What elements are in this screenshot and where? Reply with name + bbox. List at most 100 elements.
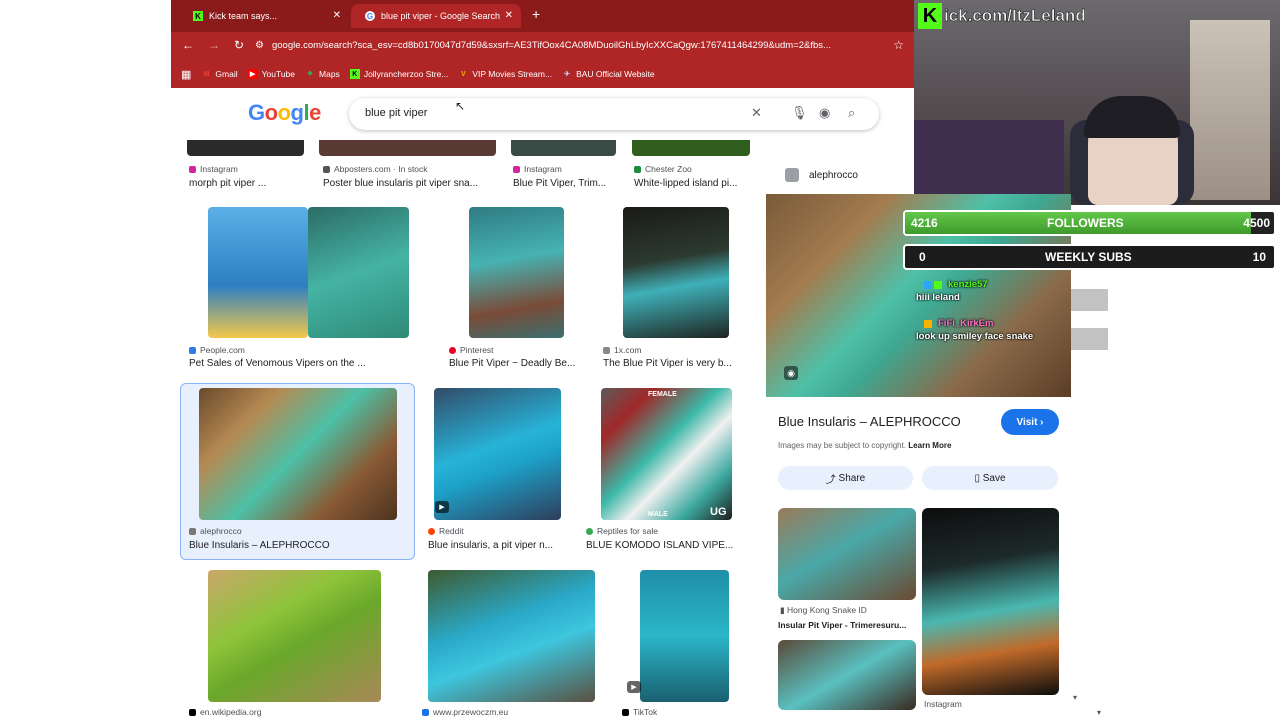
google-header: Google ✕ 🎙 ◉ ⌕ <box>171 88 914 140</box>
result-title[interactable]: Blue insularis, a pit viper n... <box>428 540 568 551</box>
maps-icon: ⬥ <box>307 70 313 77</box>
result-title[interactable]: Pet Sales of Venomous Vipers on the ... <box>189 358 389 369</box>
address-bar[interactable]: ⚙ google.com/search?sca_esv=cd8b0170047d… <box>255 36 885 56</box>
tab-kick[interactable]: K Kick team says... ✕ <box>179 4 349 28</box>
gmail-icon: M <box>203 70 210 78</box>
camera-lens-icon[interactable]: ◉ <box>819 105 830 121</box>
save-button[interactable]: ▯ Save <box>922 466 1058 490</box>
tab-strip: K Kick team says... ✕ G blue pit viper -… <box>171 0 914 32</box>
new-tab-icon[interactable]: + <box>532 6 540 22</box>
visit-button[interactable]: Visit › <box>1001 409 1059 435</box>
right-background <box>1083 300 1280 720</box>
mouse-cursor-icon: ↖ <box>455 99 466 113</box>
browser-toolbar: ← → ↻ ⚙ google.com/search?sca_esv=cd8b01… <box>171 32 914 60</box>
male-label: MALE <box>648 511 668 518</box>
clear-search-icon[interactable]: ✕ <box>751 105 762 121</box>
przewoczm-icon <box>422 708 429 716</box>
subs-label: WEEKLY SUBS <box>1045 250 1132 264</box>
youtube-icon: ▶ <box>247 69 258 79</box>
chat-text: look up smiley face snake <box>916 331 1034 342</box>
search-input[interactable] <box>363 106 727 120</box>
bookmark-maps[interactable]: ⬥ Maps <box>305 69 340 79</box>
close-tab-icon[interactable]: ✕ <box>333 10 341 21</box>
result-title[interactable]: The Blue Pit Viper is very b... <box>603 358 743 369</box>
result-image[interactable] <box>623 207 729 338</box>
scroll-down-icon[interactable]: ▾ <box>1073 693 1077 702</box>
result-source: Abposters.com · In stock <box>323 164 428 174</box>
result-image[interactable] <box>428 570 595 702</box>
wikipedia-icon <box>189 708 196 716</box>
result-image[interactable] <box>511 140 616 156</box>
people-icon <box>189 346 196 354</box>
abposters-icon <box>323 165 330 173</box>
lens-search-icon[interactable]: ◉ <box>784 366 798 380</box>
result-title[interactable]: White-lipped island pi... <box>634 178 752 189</box>
followers-goal: 4500 <box>1243 216 1270 230</box>
result-title[interactable]: Blue Pit Viper ~ Deadly Be... <box>449 358 589 369</box>
forward-arrow-icon[interactable]: → <box>208 38 220 52</box>
result-image[interactable] <box>601 388 732 520</box>
bookmark-vip-movies[interactable]: V VIP Movies Stream... <box>458 69 552 79</box>
related-title[interactable]: Insular Pit Viper - Trimeresuru... <box>778 620 918 630</box>
result-source: Instagram <box>513 164 562 174</box>
pinterest-icon <box>449 346 456 354</box>
related-image[interactable] <box>778 640 916 710</box>
instagram-icon <box>189 165 196 173</box>
search-icon[interactable]: ⌕ <box>848 105 855 121</box>
kick-favicon-icon: K <box>193 11 203 21</box>
result-title[interactable]: Blue Insularis – ALEPHROCCO <box>189 540 399 551</box>
apps-grid-icon[interactable]: ▦ <box>181 68 191 81</box>
page-scroll-down-icon[interactable]: ▾ <box>1097 708 1101 717</box>
result-image[interactable] <box>187 140 304 156</box>
weekly-subs-goal-bar: 0 WEEKLY SUBS 10 <box>903 244 1276 270</box>
result-title[interactable]: Poster blue insularis pit viper sna... <box>323 178 493 189</box>
panel-source[interactable]: alephrocco <box>785 168 858 182</box>
bookmark-star-icon[interactable]: ☆ <box>893 38 904 52</box>
site-info-icon[interactable]: ⚙ <box>255 36 264 56</box>
badge-icon <box>924 319 932 328</box>
result-source: en.wikipedia.org <box>189 707 261 717</box>
search-box[interactable]: ✕ 🎙 ◉ ⌕ <box>349 98 879 130</box>
microphone-icon[interactable]: 🎙 <box>791 105 808 121</box>
result-image-cartoon-snake[interactable] <box>208 207 308 338</box>
chat-username: kenzie57 <box>948 279 988 290</box>
tab-label: Kick team says... <box>209 11 278 21</box>
followers-current: 4216 <box>911 216 938 230</box>
back-arrow-icon[interactable]: ← <box>182 38 194 52</box>
related-image[interactable] <box>778 508 916 600</box>
close-tab-icon[interactable]: ✕ <box>505 10 513 21</box>
learn-more-link[interactable]: Learn More <box>908 441 951 450</box>
vip-icon: V <box>461 70 466 78</box>
chat-text: hiii leland <box>916 292 960 303</box>
result-source: alephrocco <box>189 526 242 536</box>
result-source: 1x.com <box>603 345 641 355</box>
share-button[interactable]: ⤴ Share <box>778 466 913 490</box>
result-source: www.przewoczm.eu <box>422 707 508 717</box>
related-image[interactable] <box>922 508 1059 695</box>
panel-title[interactable]: Blue Insularis – ALEPHROCCO <box>778 414 961 429</box>
result-image[interactable] <box>640 570 729 702</box>
female-label: FEMALE <box>648 391 677 398</box>
bookmark-jollyrancherzoo[interactable]: K Jollyrancherzoo Stre... <box>349 69 448 79</box>
result-image-pit-viper[interactable] <box>308 207 409 338</box>
result-title[interactable]: morph pit viper ... <box>189 178 309 189</box>
result-image[interactable] <box>469 207 564 338</box>
google-logo[interactable]: Google <box>248 100 321 126</box>
result-image[interactable] <box>319 140 496 156</box>
reload-icon[interactable]: ↻ <box>234 38 244 52</box>
tab-google-search[interactable]: G blue pit viper - Google Search ✕ <box>351 4 521 28</box>
result-title[interactable]: BLUE KOMODO ISLAND VIPE... <box>586 540 746 551</box>
bookmark-gmail[interactable]: M Gmail <box>201 69 237 79</box>
result-image[interactable] <box>434 388 561 520</box>
1x-icon <box>603 346 610 354</box>
result-image[interactable] <box>632 140 750 156</box>
result-image-selected[interactable] <box>199 388 397 520</box>
alephrocco-icon <box>189 527 196 535</box>
video-play-icon: ▶ <box>435 501 449 513</box>
bookmark-youtube[interactable]: ▶ YouTube <box>247 69 295 79</box>
bookmark-bau[interactable]: ✈ BAU Official Website <box>562 69 655 79</box>
result-image[interactable] <box>208 570 381 702</box>
bookmark-icon: ▯ <box>974 472 980 484</box>
result-title[interactable]: Blue Pit Viper, Trim... <box>513 178 618 189</box>
chat-backdrop <box>1071 289 1108 311</box>
